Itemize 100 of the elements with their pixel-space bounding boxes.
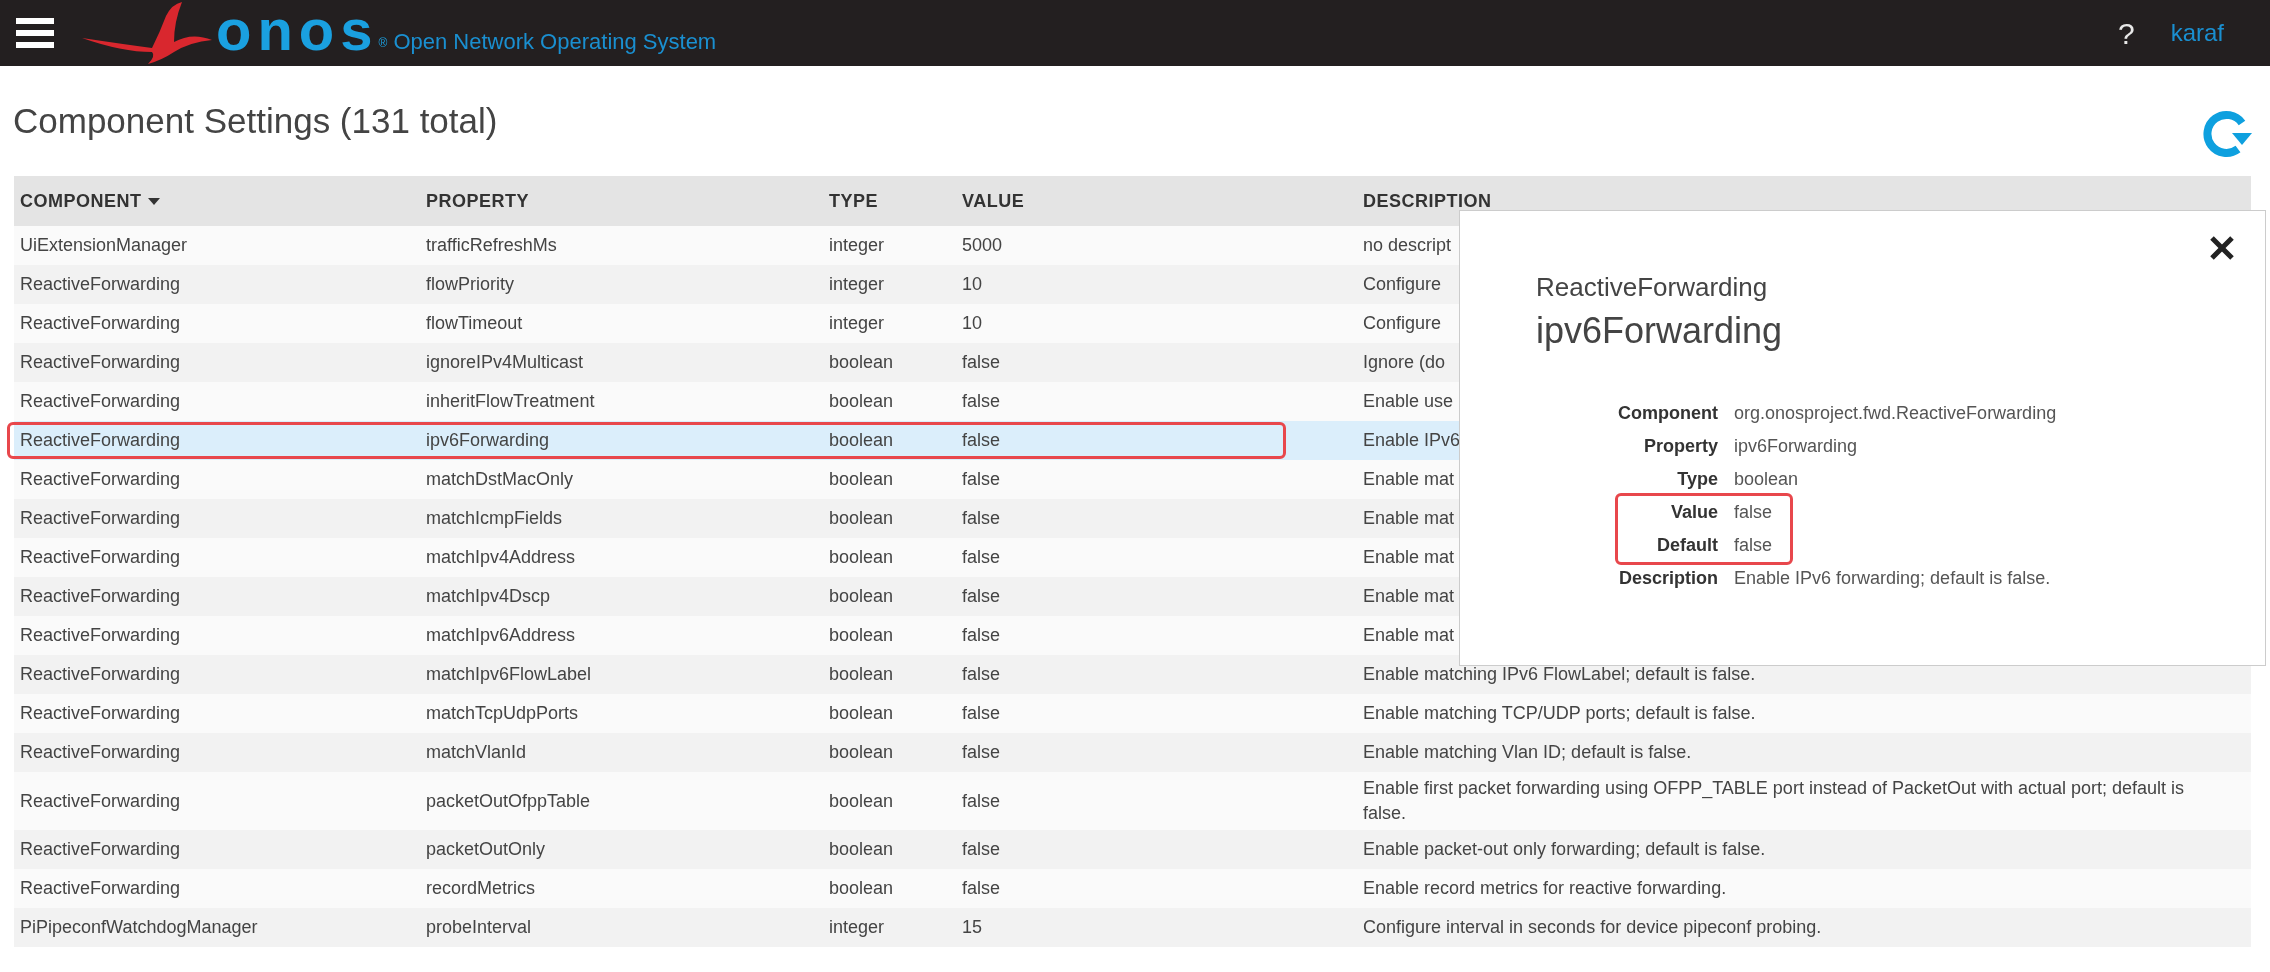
table-cell: ReactiveForwarding (20, 703, 181, 723)
table-cell: false (962, 742, 1001, 762)
column-header[interactable]: VALUE (962, 187, 1025, 215)
table-row[interactable]: ReactiveForwarding packetOutOnly boolean false Enable packet-out only forwarding; default is false. (14, 830, 2251, 869)
field-value: ipv6Forwarding (1734, 435, 1858, 458)
table-cell: ReactiveForwarding (20, 586, 181, 606)
field-value: boolean (1734, 468, 1799, 491)
table-cell: integer (829, 274, 885, 294)
table-row[interactable]: ReactiveForwarding packetOutOfppTable boolean false Enable first packet forwarding using OFPP_TABLE port instead of PacketOut with actual port; default is false. (14, 772, 2251, 830)
table-cell: boolean (829, 586, 894, 606)
table-cell: Ignore (do (1363, 352, 1446, 372)
table-row[interactable]: PiPipeconfWatchdogManager probeInterval integer 15 Configure interval in seconds for device pipeconf probing. (14, 908, 2251, 947)
table-cell: boolean (829, 352, 894, 372)
table-cell: false (962, 878, 1001, 898)
table-row[interactable]: ReactiveForwarding matchVlanId boolean false Enable matching Vlan ID; default is false. (14, 733, 2251, 772)
table-cell: 10 (962, 274, 983, 294)
table-cell: boolean (829, 703, 894, 723)
table-cell: ReactiveForwarding (20, 430, 181, 450)
table-cell: boolean (829, 508, 894, 528)
table-cell: Enable mat (1363, 625, 1455, 645)
menu-icon[interactable] (16, 18, 54, 48)
bird-icon (82, 2, 212, 64)
table-cell: false (962, 508, 1001, 528)
table-cell: ReactiveForwarding (20, 274, 181, 294)
field-label: Value (1669, 501, 1718, 524)
table-cell: Enable mat (1363, 547, 1455, 567)
field-value: false (1734, 501, 1773, 524)
table-cell: 10 (962, 313, 983, 333)
table-cell: false (962, 469, 1001, 489)
table-cell: ignoreIPv4Multicast (426, 352, 584, 372)
table-cell: packetOutOnly (426, 839, 546, 859)
table-cell: false (962, 703, 1001, 723)
user-link[interactable]: karaf (2170, 15, 2224, 51)
table-cell: Enable mat (1363, 586, 1455, 606)
table-cell: matchIpv4Dscp (426, 586, 551, 606)
field-label: Type (1676, 468, 1718, 491)
table-cell: boolean (829, 547, 894, 567)
table-cell: inheritFlowTreatment (426, 391, 595, 411)
table-cell: Enable matching TCP/UDP ports; default is false. (1363, 703, 1756, 723)
table-cell: Enable use (1363, 391, 1454, 411)
table-row[interactable]: ReactiveForwarding matchTcpUdpPorts boolean false Enable matching TCP/UDP ports; default is false. (14, 694, 2251, 733)
column-header[interactable]: DESCRIPTION (1363, 187, 1492, 215)
table-cell: false (962, 664, 1001, 684)
table-cell: ReactiveForwarding (20, 742, 181, 762)
close-icon[interactable] (2209, 235, 2235, 261)
table-cell: Configure (1363, 313, 1442, 333)
table-cell: ReactiveForwarding (20, 391, 181, 411)
table-cell: ReactiveForwarding (20, 352, 181, 372)
table-cell: probeInterval (426, 917, 532, 937)
table-cell: matchVlanId (426, 742, 527, 762)
column-header[interactable]: PROPERTY (426, 187, 530, 215)
table-cell: boolean (829, 839, 894, 859)
table-cell: ReactiveForwarding (20, 313, 181, 333)
field-label: Property (1642, 435, 1718, 458)
table-cell: UiExtensionManager (20, 235, 188, 255)
table-cell: ReactiveForwarding (20, 790, 181, 811)
help-button[interactable]: ? (2117, 10, 2135, 56)
table-cell: ReactiveForwarding (20, 508, 181, 528)
table-cell: matchDstMacOnly (426, 469, 574, 489)
table-cell: recordMetrics (426, 878, 536, 898)
table-cell: Enable first packet forwarding using OFPP_TABLE port instead of PacketOut with actual port; default is false. (1363, 778, 2185, 823)
table-cell: matchIpv6FlowLabel (426, 664, 592, 684)
tagline: Open Network Operating System (393, 28, 717, 56)
table-cell: Configure interval in seconds for device pipeconf probing. (1363, 917, 1822, 937)
page-title: Component Settings (131 total) (13, 99, 498, 142)
table-cell: Enable matching Vlan ID; default is false. (1363, 742, 1692, 762)
table-cell: false (962, 839, 1001, 859)
registered-mark: ® (378, 35, 388, 52)
table-cell: boolean (829, 391, 894, 411)
table-cell: 15 (962, 917, 983, 937)
column-header[interactable]: TYPE (829, 187, 878, 215)
table-cell: integer (829, 313, 885, 333)
table-cell: PiPipeconfWatchdogManager (20, 917, 258, 937)
table-cell: matchIpv6Address (426, 625, 576, 645)
table-cell: matchIcmpFields (426, 508, 563, 528)
table-cell: 5000 (962, 235, 1003, 255)
table-cell: matchIpv4Address (426, 547, 576, 567)
table-row[interactable]: ReactiveForwarding recordMetrics boolean false Enable record metrics for reactive forwarding. (14, 869, 2251, 908)
table-cell: boolean (829, 790, 894, 811)
table-cell: ReactiveForwarding (20, 839, 181, 859)
column-header[interactable]: COMPONENT (20, 187, 142, 215)
table-cell: integer (829, 235, 885, 255)
table-cell: false (962, 790, 1001, 811)
sort-caret-icon[interactable] (147, 197, 160, 205)
table-cell: Enable record metrics for reactive forwarding. (1363, 878, 1727, 898)
table-cell: boolean (829, 469, 894, 489)
table-cell: ReactiveForwarding (20, 547, 181, 567)
table-cell: false (962, 547, 1001, 567)
table-cell: boolean (829, 742, 894, 762)
table-cell: Enable packet-out only forwarding; default is false. (1363, 839, 1766, 859)
refresh-icon[interactable] (2202, 109, 2254, 157)
table-cell: false (962, 586, 1001, 606)
table-cell: ipv6Forwarding (426, 430, 550, 450)
table-cell: no descript (1363, 235, 1452, 255)
table-cell: ReactiveForwarding (20, 664, 181, 684)
table-cell: ReactiveForwarding (20, 469, 181, 489)
table-cell: boolean (829, 664, 894, 684)
table-cell: Enable IPv6 (1363, 430, 1461, 450)
table-cell: Configure (1363, 274, 1442, 294)
table-cell: integer (829, 917, 885, 937)
